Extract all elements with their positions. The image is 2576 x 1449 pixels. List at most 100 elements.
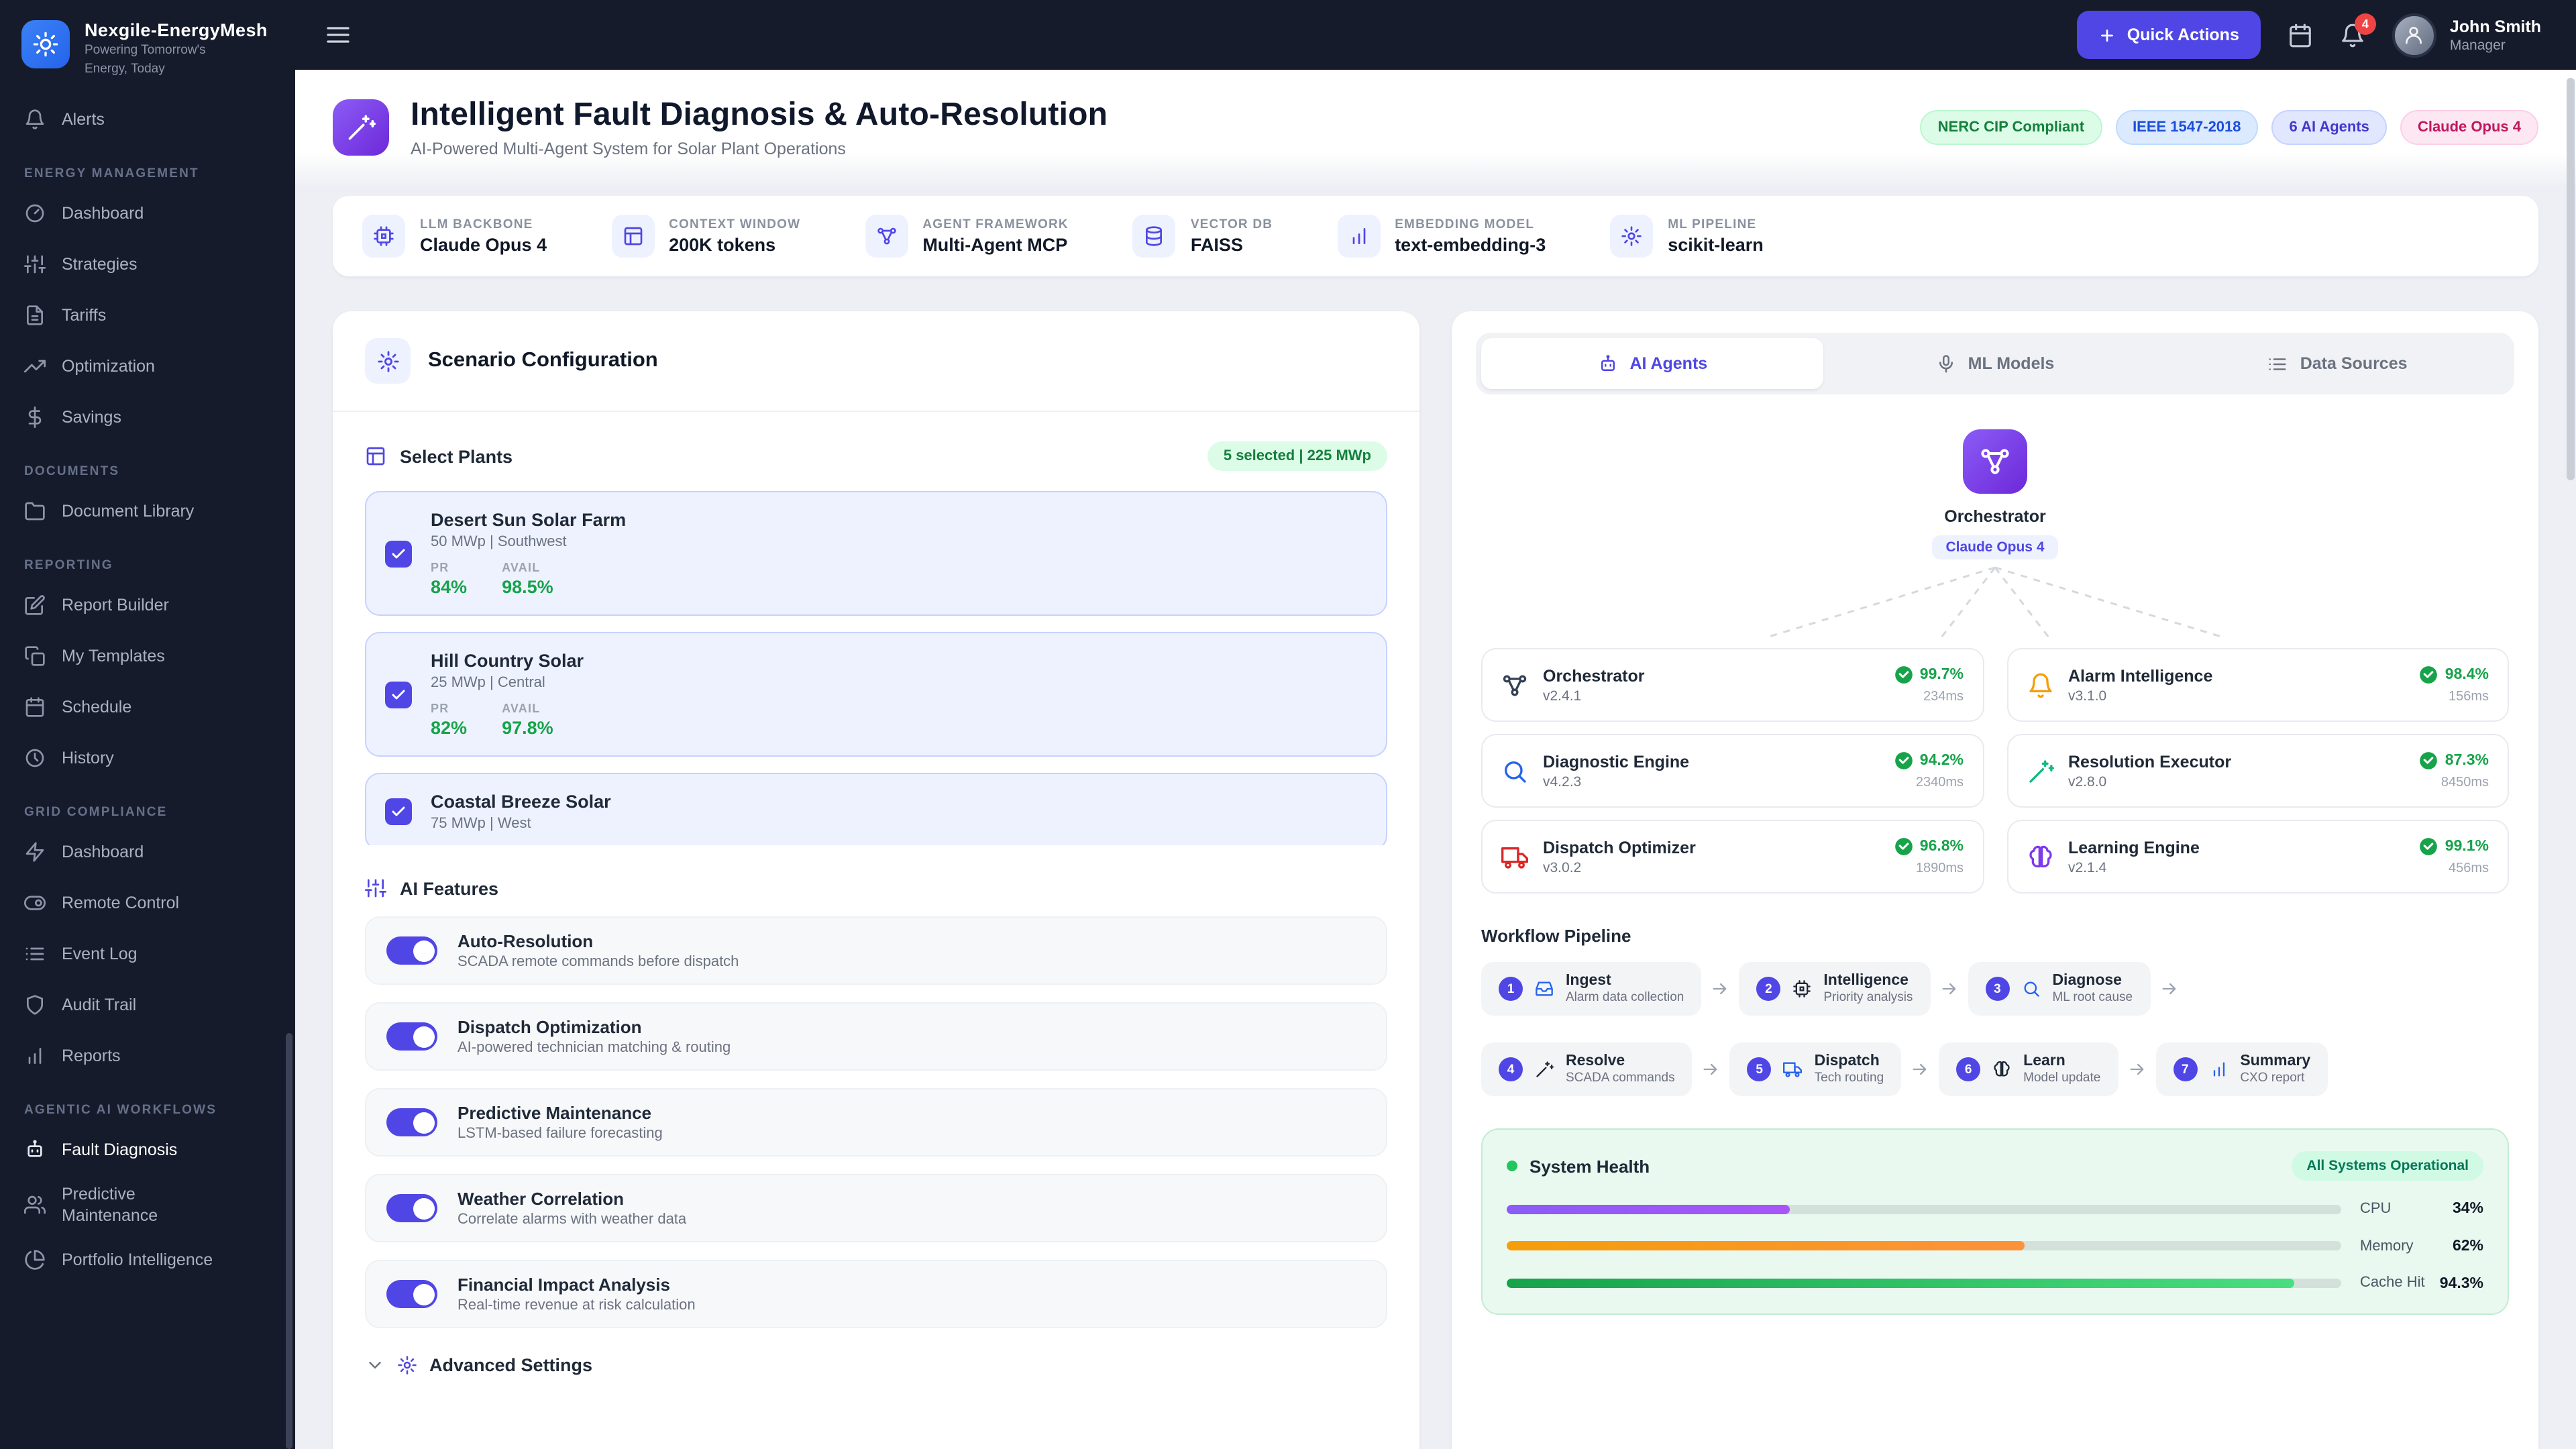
solar-panel-icon xyxy=(365,445,386,467)
step-desc: Alarm data collection xyxy=(1566,990,1684,1005)
sidebar-item-portfolio-intelligence[interactable]: Portfolio Intelligence xyxy=(0,1235,295,1286)
workflow-step-summary[interactable]: 7 Summary CXO report xyxy=(2155,1042,2328,1096)
agents-tab-bar: AI Agents ML Models Data Sources xyxy=(1476,333,2514,394)
plant-card-coastal-breeze[interactable]: Coastal Breeze Solar 75 MWp | West xyxy=(365,773,1387,845)
brand[interactable]: Nexgile-EnergyMesh Powering Tomorrow's E… xyxy=(0,0,295,94)
plant-card-desert-sun[interactable]: Desert Sun Solar Farm 50 MWp | Southwest… xyxy=(365,491,1387,616)
weather-correlation-toggle[interactable] xyxy=(386,1194,437,1222)
avail-label: AVAIL xyxy=(502,702,541,715)
sidebar-item-report-builder[interactable]: Report Builder xyxy=(0,580,295,631)
tech-embedding-model: EMBEDDING MODEL text-embedding-3 xyxy=(1337,215,1546,258)
agent-connectors xyxy=(1766,566,2224,639)
feature-desc: SCADA remote commands before dispatch xyxy=(458,954,739,970)
sidebar-item-tariffs[interactable]: Tariffs xyxy=(0,290,295,341)
plant-checkbox[interactable] xyxy=(385,540,412,567)
sidebar-item-label: Reports xyxy=(62,1046,121,1065)
agent-accuracy: 99.1% xyxy=(2445,839,2489,855)
sidebar-item-dashboard-grid[interactable]: Dashboard xyxy=(0,826,295,877)
sidebar-item-strategies[interactable]: Strategies xyxy=(0,239,295,290)
sidebar-item-fault-diagnosis[interactable]: Fault Diagnosis xyxy=(0,1124,295,1175)
database-icon xyxy=(1132,215,1176,258)
menu-button[interactable] xyxy=(325,21,352,48)
tab-data-sources[interactable]: Data Sources xyxy=(2166,338,2509,389)
user-menu[interactable]: John Smith Manager xyxy=(2392,13,2541,57)
sidebar-item-document-library[interactable]: Document Library xyxy=(0,486,295,537)
financial-impact-toggle[interactable] xyxy=(386,1280,437,1308)
step-name: Intelligence xyxy=(1823,973,1909,989)
plant-name: Coastal Breeze Solar xyxy=(431,792,611,812)
notifications-button[interactable]: 4 xyxy=(2340,13,2376,48)
feature-list: Auto-Resolution SCADA remote commands bef… xyxy=(365,916,1387,1328)
sidebar-item-audit-trail[interactable]: Audit Trail xyxy=(0,979,295,1030)
sidebar-item-history[interactable]: History xyxy=(0,733,295,784)
workflow-step-resolve[interactable]: 4 Resolve SCADA commands xyxy=(1481,1042,1693,1096)
feature-dispatch-optimization: Dispatch Optimization AI-powered technici… xyxy=(365,1002,1387,1071)
agent-latency: 234ms xyxy=(1923,690,1964,704)
agent-name: Diagnostic Engine xyxy=(1543,752,1690,771)
sidebar-item-dashboard-energy[interactable]: Dashboard xyxy=(0,188,295,239)
user-icon xyxy=(2404,24,2425,46)
sidebar-item-label: Audit Trail xyxy=(62,995,137,1014)
sidebar-item-event-log[interactable]: Event Log xyxy=(0,928,295,979)
tech-value: FAISS xyxy=(1190,235,1243,255)
tab-label: Data Sources xyxy=(2300,354,2408,373)
sidebar-item-remote-control[interactable]: Remote Control xyxy=(0,877,295,928)
avail-label: AVAIL xyxy=(502,561,541,574)
workflow-step-ingest[interactable]: 1 Ingest Alarm data collection xyxy=(1481,962,1702,1016)
tab-ai-agents[interactable]: AI Agents xyxy=(1481,338,1824,389)
sidebar-item-savings[interactable]: Savings xyxy=(0,392,295,443)
tech-stack-bar: LLM BACKBONE Claude Opus 4 CONTEXT WINDOW… xyxy=(333,196,2538,276)
calendar-button[interactable] xyxy=(2288,22,2313,48)
search-icon xyxy=(1501,757,1528,784)
agent-card-resolution-executor[interactable]: Resolution Executor v2.8.0 87.3% 8450ms xyxy=(2006,734,2509,808)
predictive-maintenance-toggle[interactable] xyxy=(386,1108,437,1136)
sidebar-item-schedule[interactable]: Schedule xyxy=(0,682,295,733)
sidebar-item-predictive-maintenance[interactable]: Predictive Maintenance xyxy=(0,1175,295,1235)
tab-ml-models[interactable]: ML Models xyxy=(1824,338,2167,389)
plant-card-hill-country[interactable]: Hill Country Solar 25 MWp | Central PR 82… xyxy=(365,632,1387,757)
tech-value: Multi-Agent MCP xyxy=(922,235,1068,255)
sidebar-item-optimization[interactable]: Optimization xyxy=(0,341,295,392)
health-status-dot xyxy=(1507,1161,1517,1171)
workflow-step-diagnose[interactable]: 3 Diagnose ML root cause xyxy=(1968,962,2151,1016)
workflow-step-intelligence[interactable]: 2 Intelligence Priority analysis xyxy=(1739,962,1931,1016)
memory-bar xyxy=(1507,1241,2025,1251)
agent-card-diagnostic-engine[interactable]: Diagnostic Engine v4.2.3 94.2% 2340ms xyxy=(1481,734,1984,808)
page-scrollbar[interactable] xyxy=(2567,78,2575,480)
plant-list[interactable]: Desert Sun Solar Farm 50 MWp | Southwest… xyxy=(365,491,1387,845)
advanced-settings-toggle[interactable]: Advanced Settings xyxy=(365,1355,1387,1375)
agent-card-orchestrator[interactable]: Orchestrator v2.4.1 99.7% 234ms xyxy=(1481,648,1984,722)
sidebar-item-label: Document Library xyxy=(62,501,195,521)
plant-checkbox[interactable] xyxy=(385,798,412,825)
arrow-right-icon xyxy=(2127,1060,2146,1079)
feature-desc: LSTM-based failure forecasting xyxy=(458,1126,663,1142)
dispatch-optimization-toggle[interactable] xyxy=(386,1022,437,1051)
mic-icon xyxy=(1936,354,1956,374)
check-circle-icon xyxy=(2420,837,2438,856)
sidebar-item-label: Portfolio Intelligence xyxy=(62,1250,213,1270)
step-number: 1 xyxy=(1499,977,1523,1001)
workflow-step-learn[interactable]: 6 Learn Model update xyxy=(1939,1042,2118,1096)
step-desc: ML root cause xyxy=(2052,990,2133,1005)
quick-actions-button[interactable]: Quick Actions xyxy=(2077,11,2261,59)
health-metric-cache: Cache Hit 94.3% xyxy=(1507,1275,2483,1292)
auto-resolution-toggle[interactable] xyxy=(386,936,437,965)
plant-checkbox[interactable] xyxy=(385,681,412,708)
sidebar-item-alerts[interactable]: Alerts xyxy=(0,94,295,145)
agent-card-dispatch-optimizer[interactable]: Dispatch Optimizer v3.0.2 96.8% 1890ms xyxy=(1481,820,1984,894)
sidebar-item-label: Dashboard xyxy=(62,203,144,223)
sidebar-item-label: Optimization xyxy=(62,356,155,376)
agent-card-alarm-intelligence[interactable]: Alarm Intelligence v3.1.0 98.4% 156ms xyxy=(2006,648,2509,722)
tech-label: EMBEDDING MODEL xyxy=(1395,217,1535,232)
sidebar-item-label: Event Log xyxy=(62,944,138,963)
sidebar-item-reports[interactable]: Reports xyxy=(0,1030,295,1081)
sidebar-item-my-templates[interactable]: My Templates xyxy=(0,631,295,682)
workflow-step-dispatch[interactable]: 5 Dispatch Tech routing xyxy=(1729,1042,1902,1096)
agent-card-learning-engine[interactable]: Learning Engine v2.1.4 99.1% 456ms xyxy=(2006,820,2509,894)
pr-label: PR xyxy=(431,702,449,715)
metric-label: CPU xyxy=(2360,1201,2392,1217)
wand-icon xyxy=(2027,757,2053,784)
plant-name: Hill Country Solar xyxy=(431,651,584,671)
agent-latency: 456ms xyxy=(2448,861,2489,876)
sidebar-scrollbar[interactable] xyxy=(286,1033,292,1449)
